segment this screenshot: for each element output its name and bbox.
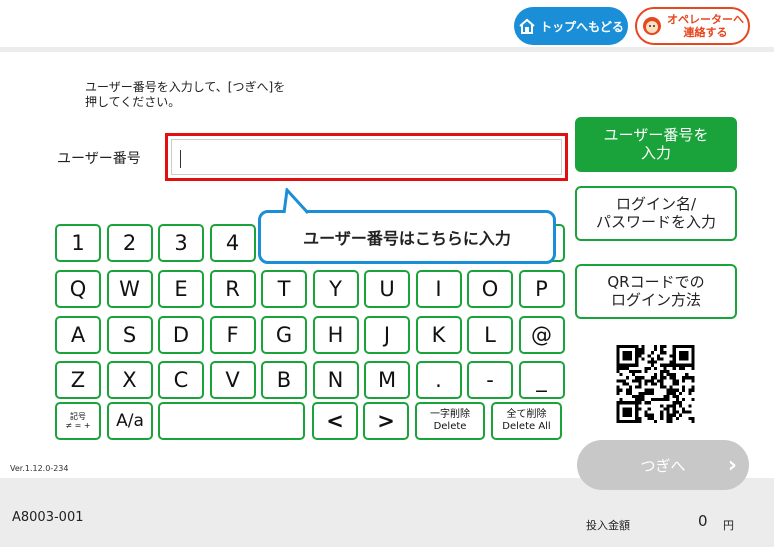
qr-login-button[interactable]: QRコードでの ログイン方法: [575, 264, 737, 319]
key[interactable]: O: [467, 270, 513, 308]
key[interactable]: @: [518, 316, 565, 354]
key[interactable]: D: [158, 316, 204, 354]
space-key[interactable]: [158, 402, 305, 440]
key[interactable]: B: [261, 361, 307, 399]
key[interactable]: .: [415, 361, 462, 399]
key[interactable]: T: [261, 270, 307, 308]
key[interactable]: A: [55, 316, 101, 354]
delete-all-key[interactable]: 全て削除 Delete All: [491, 402, 562, 440]
cursor-right-key[interactable]: >: [363, 402, 409, 440]
key[interactable]: -: [467, 361, 513, 399]
home-button[interactable]: トップへもどる: [514, 7, 628, 45]
key[interactable]: V: [209, 361, 256, 399]
key[interactable]: Z: [55, 361, 101, 399]
amount-label: 投入金額: [586, 519, 630, 532]
key[interactable]: H: [312, 316, 359, 354]
home-button-label: トップへもどる: [540, 19, 624, 34]
next-label: つぎへ: [640, 456, 686, 475]
key[interactable]: P: [518, 270, 565, 308]
key[interactable]: G: [261, 316, 307, 354]
key[interactable]: _: [518, 361, 565, 399]
operator-label-1: オペレーターへ: [667, 12, 744, 26]
home-icon: [519, 18, 535, 34]
key[interactable]: K: [415, 316, 462, 354]
key[interactable]: 1: [55, 224, 101, 262]
version: Ver.1.12.0-234: [10, 464, 69, 473]
currency: 円: [723, 519, 734, 532]
key[interactable]: J: [364, 316, 410, 354]
key[interactable]: S: [106, 316, 153, 354]
key[interactable]: Q: [55, 270, 101, 308]
qr-code: [616, 345, 695, 423]
tooltip-tail: [282, 188, 310, 214]
operator-label-2: 連絡する: [683, 26, 728, 39]
key[interactable]: I: [415, 270, 462, 308]
instruction-text: ユーザー番号を入力して、[つぎへ]を 押してください。: [85, 80, 286, 109]
user-number-label: ユーザー番号: [57, 151, 141, 167]
key[interactable]: N: [312, 361, 359, 399]
header-divider: [0, 47, 774, 52]
user-number-input[interactable]: [165, 133, 568, 181]
delete-key[interactable]: 一字削除 Delete: [415, 402, 485, 440]
key[interactable]: 2: [106, 224, 153, 262]
operator-icon: [643, 17, 661, 35]
key[interactable]: W: [106, 270, 153, 308]
key[interactable]: X: [106, 361, 153, 399]
key[interactable]: F: [209, 316, 256, 354]
key[interactable]: E: [158, 270, 204, 308]
key[interactable]: 4: [209, 224, 256, 262]
next-button[interactable]: つぎへ ›: [577, 440, 749, 490]
key[interactable]: 3: [158, 224, 204, 262]
key[interactable]: R: [209, 270, 256, 308]
case-toggle-key[interactable]: A/a: [107, 402, 153, 440]
login-name-button[interactable]: ログイン名/パスワードを入力: [575, 186, 737, 241]
symbol-key[interactable]: 記号 ≠ = +: [55, 402, 101, 440]
key[interactable]: C: [158, 361, 204, 399]
key[interactable]: L: [467, 316, 513, 354]
terminal-id: A8003-001: [12, 510, 84, 525]
text-caret: [180, 150, 181, 168]
chevron-right-icon: ›: [727, 452, 737, 478]
tooltip: ユーザー番号はこちらに入力: [258, 210, 556, 264]
amount-value: 0: [698, 512, 708, 530]
operator-button[interactable]: オペレーターへ 連絡する: [635, 7, 750, 45]
key[interactable]: U: [364, 270, 410, 308]
key[interactable]: M: [364, 361, 410, 399]
cursor-left-key[interactable]: <: [312, 402, 358, 440]
key[interactable]: Y: [312, 270, 359, 308]
user-number-input-button[interactable]: ユーザー番号を 入力: [575, 117, 737, 172]
